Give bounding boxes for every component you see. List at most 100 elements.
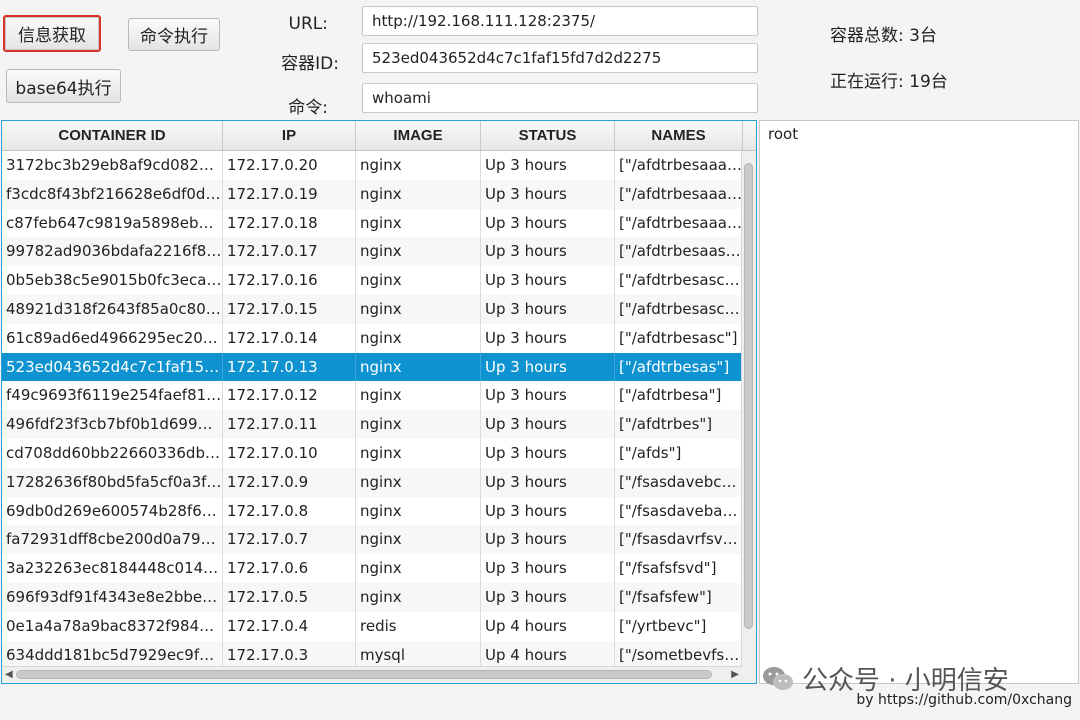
cell-image: nginx	[356, 582, 481, 612]
cell-status: Up 3 hours	[481, 266, 615, 295]
table-row[interactable]: 496fdf23f3cb7bf0b1d699411... 172.17.0.11 n…	[2, 410, 743, 439]
cell-image: nginx	[356, 294, 481, 324]
cell-status: Up 3 hours	[481, 554, 615, 583]
cell-ip: 172.17.0.8	[223, 496, 356, 526]
column-header-status[interactable]: STATUS	[481, 121, 615, 150]
cell-status: Up 3 hours	[481, 323, 615, 353]
url-label: URL:	[288, 14, 328, 34]
cell-image: nginx	[356, 467, 481, 497]
cell-status: Up 3 hours	[481, 467, 615, 497]
table-row[interactable]: 634ddd181bc5d7929ec9fd8... 172.17.0.3 mysq…	[2, 640, 743, 667]
cell-ip: 172.17.0.5	[223, 582, 356, 612]
cell-image: nginx	[356, 438, 481, 468]
column-header-container-id[interactable]: CONTAINER ID	[2, 121, 223, 150]
table-row[interactable]: 0b5eb38c5e9015b0fc3ecaf5c... 172.17.0.16 n…	[2, 266, 743, 295]
vertical-scrollbar[interactable]	[741, 151, 756, 667]
cell-image: nginx	[356, 237, 481, 267]
scrollbar-corner	[742, 667, 756, 683]
command-label: 命令:	[288, 98, 328, 118]
table-row[interactable]: 69db0d269e600574b28f623... 172.17.0.8 ngin…	[2, 496, 743, 526]
table-row[interactable]: fa72931dff8cbe200d0a79340... 172.17.0.7 ng…	[2, 525, 743, 555]
table-row[interactable]: f49c9693f6119e254faef81a9... 172.17.0.12 n…	[2, 381, 743, 411]
info-fetch-button[interactable]: 信息获取	[3, 15, 101, 52]
cell-image: nginx	[356, 179, 481, 209]
cell-ip: 172.17.0.7	[223, 525, 356, 555]
cell-status: Up 3 hours	[481, 438, 615, 468]
cell-image: nginx	[356, 381, 481, 411]
cell-ip: 172.17.0.13	[223, 352, 356, 382]
table-row[interactable]: 696f93df91f4343e8e2bbe47... 172.17.0.5 ngi…	[2, 582, 743, 612]
cell-image: redis	[356, 611, 481, 641]
vertical-scroll-thumb[interactable]	[744, 163, 753, 629]
container-id-input[interactable]	[362, 43, 758, 73]
cell-container-id: 634ddd181bc5d7929ec9fd8...	[2, 640, 223, 667]
column-header-names[interactable]: NAMES	[615, 121, 743, 150]
scroll-left-icon[interactable]: ◀	[5, 667, 13, 683]
cell-names: ["/afdtrbesaaasc3...	[615, 208, 743, 238]
cell-names: ["/fsafsfsvd"]	[615, 554, 743, 583]
container-table[interactable]: CONTAINER ID IP IMAGE STATUS NAMES 3172b…	[1, 120, 757, 684]
table-row-selected[interactable]: 523ed043652d4c7c1faf15fd7... 172.17.0.13 n…	[2, 352, 743, 382]
table-row[interactable]: 17282636f80bd5fa5cf0a3f15... 172.17.0.9 ng…	[2, 467, 743, 497]
cell-image: nginx	[356, 266, 481, 295]
url-input[interactable]	[362, 6, 758, 36]
cell-ip: 172.17.0.15	[223, 294, 356, 324]
table-row[interactable]: 3172bc3b29eb8af9cd0822bd... 172.17.0.20 ng…	[2, 151, 743, 180]
command-output-text: root	[768, 125, 799, 143]
table-row[interactable]: f3cdc8f43bf216628e6df0d8e... 172.17.0.19 n…	[2, 179, 743, 209]
table-row[interactable]: 61c89ad6ed4966295ec20593... 172.17.0.14 ng…	[2, 323, 743, 353]
horizontal-scrollbar[interactable]: ◀ ▶	[2, 666, 742, 683]
table-row[interactable]: 48921d318f2643f85a0c80cd... 172.17.0.15 ng…	[2, 294, 743, 324]
cell-status: Up 3 hours	[481, 410, 615, 439]
table-row[interactable]: cd708dd60bb22660336db37... 172.17.0.10 ngi…	[2, 438, 743, 468]
cell-ip: 172.17.0.12	[223, 381, 356, 411]
table-row[interactable]: 99782ad9036bdafa2216f86b... 172.17.0.17 ng…	[2, 237, 743, 267]
cell-image: nginx	[356, 554, 481, 583]
cell-status: Up 4 hours	[481, 611, 615, 641]
cell-ip: 172.17.0.6	[223, 554, 356, 583]
table-row[interactable]: c87feb647c9819a5898eb603... 172.17.0.18 ng…	[2, 208, 743, 238]
cell-ip: 172.17.0.14	[223, 323, 356, 353]
cell-names: ["/afdtrbesaaasac...	[615, 179, 743, 209]
cell-names: ["/afdtrbesasc3"]	[615, 294, 743, 324]
cell-container-id: 496fdf23f3cb7bf0b1d699411...	[2, 410, 223, 439]
scroll-right-icon[interactable]: ▶	[731, 667, 739, 683]
table-row[interactable]: 0e1a4a78a9bac8372f98458a... 172.17.0.4 red…	[2, 611, 743, 641]
cell-container-id: 48921d318f2643f85a0c80cd...	[2, 294, 223, 324]
table-header: CONTAINER ID IP IMAGE STATUS NAMES	[2, 121, 756, 151]
cell-status: Up 3 hours	[481, 208, 615, 238]
table-row[interactable]: 3a232263ec8184448c014d45... 172.17.0.6 ngi…	[2, 554, 743, 583]
command-output-area[interactable]: root	[759, 120, 1079, 684]
horizontal-scroll-thumb[interactable]	[16, 670, 712, 679]
cell-names: ["/fsasdavebcaacs...	[615, 467, 743, 497]
cell-status: Up 4 hours	[481, 640, 615, 667]
command-input[interactable]	[362, 83, 758, 113]
column-header-ip[interactable]: IP	[223, 121, 356, 150]
cell-image: nginx	[356, 208, 481, 238]
cell-ip: 172.17.0.11	[223, 410, 356, 439]
cell-container-id: 3172bc3b29eb8af9cd0822bd...	[2, 151, 223, 180]
cell-ip: 172.17.0.18	[223, 208, 356, 238]
column-header-image[interactable]: IMAGE	[356, 121, 481, 150]
cell-container-id: 0b5eb38c5e9015b0fc3ecaf5c...	[2, 266, 223, 295]
total-containers-stat: 容器总数: 3台	[830, 26, 937, 46]
cell-container-id: 523ed043652d4c7c1faf15fd7...	[2, 352, 223, 382]
cell-image: nginx	[356, 323, 481, 353]
cell-names: ["/afds"]	[615, 438, 743, 468]
cell-ip: 172.17.0.10	[223, 438, 356, 468]
base64-exec-button[interactable]: base64执行	[6, 69, 121, 103]
cell-names: ["/afdtrbesa"]	[615, 381, 743, 411]
cell-container-id: f49c9693f6119e254faef81a9...	[2, 381, 223, 411]
cell-ip: 172.17.0.3	[223, 640, 356, 667]
command-exec-button[interactable]: 命令执行	[128, 18, 220, 51]
cell-container-id: cd708dd60bb22660336db37...	[2, 438, 223, 468]
cell-names: ["/yrtbevc"]	[615, 611, 743, 641]
cell-status: Up 3 hours	[481, 179, 615, 209]
cell-status: Up 3 hours	[481, 294, 615, 324]
cell-status: Up 3 hours	[481, 352, 615, 382]
cell-container-id: fa72931dff8cbe200d0a79340...	[2, 525, 223, 555]
cell-status: Up 3 hours	[481, 582, 615, 612]
cell-image: nginx	[356, 525, 481, 555]
cell-container-id: 17282636f80bd5fa5cf0a3f15...	[2, 467, 223, 497]
cell-ip: 172.17.0.9	[223, 467, 356, 497]
